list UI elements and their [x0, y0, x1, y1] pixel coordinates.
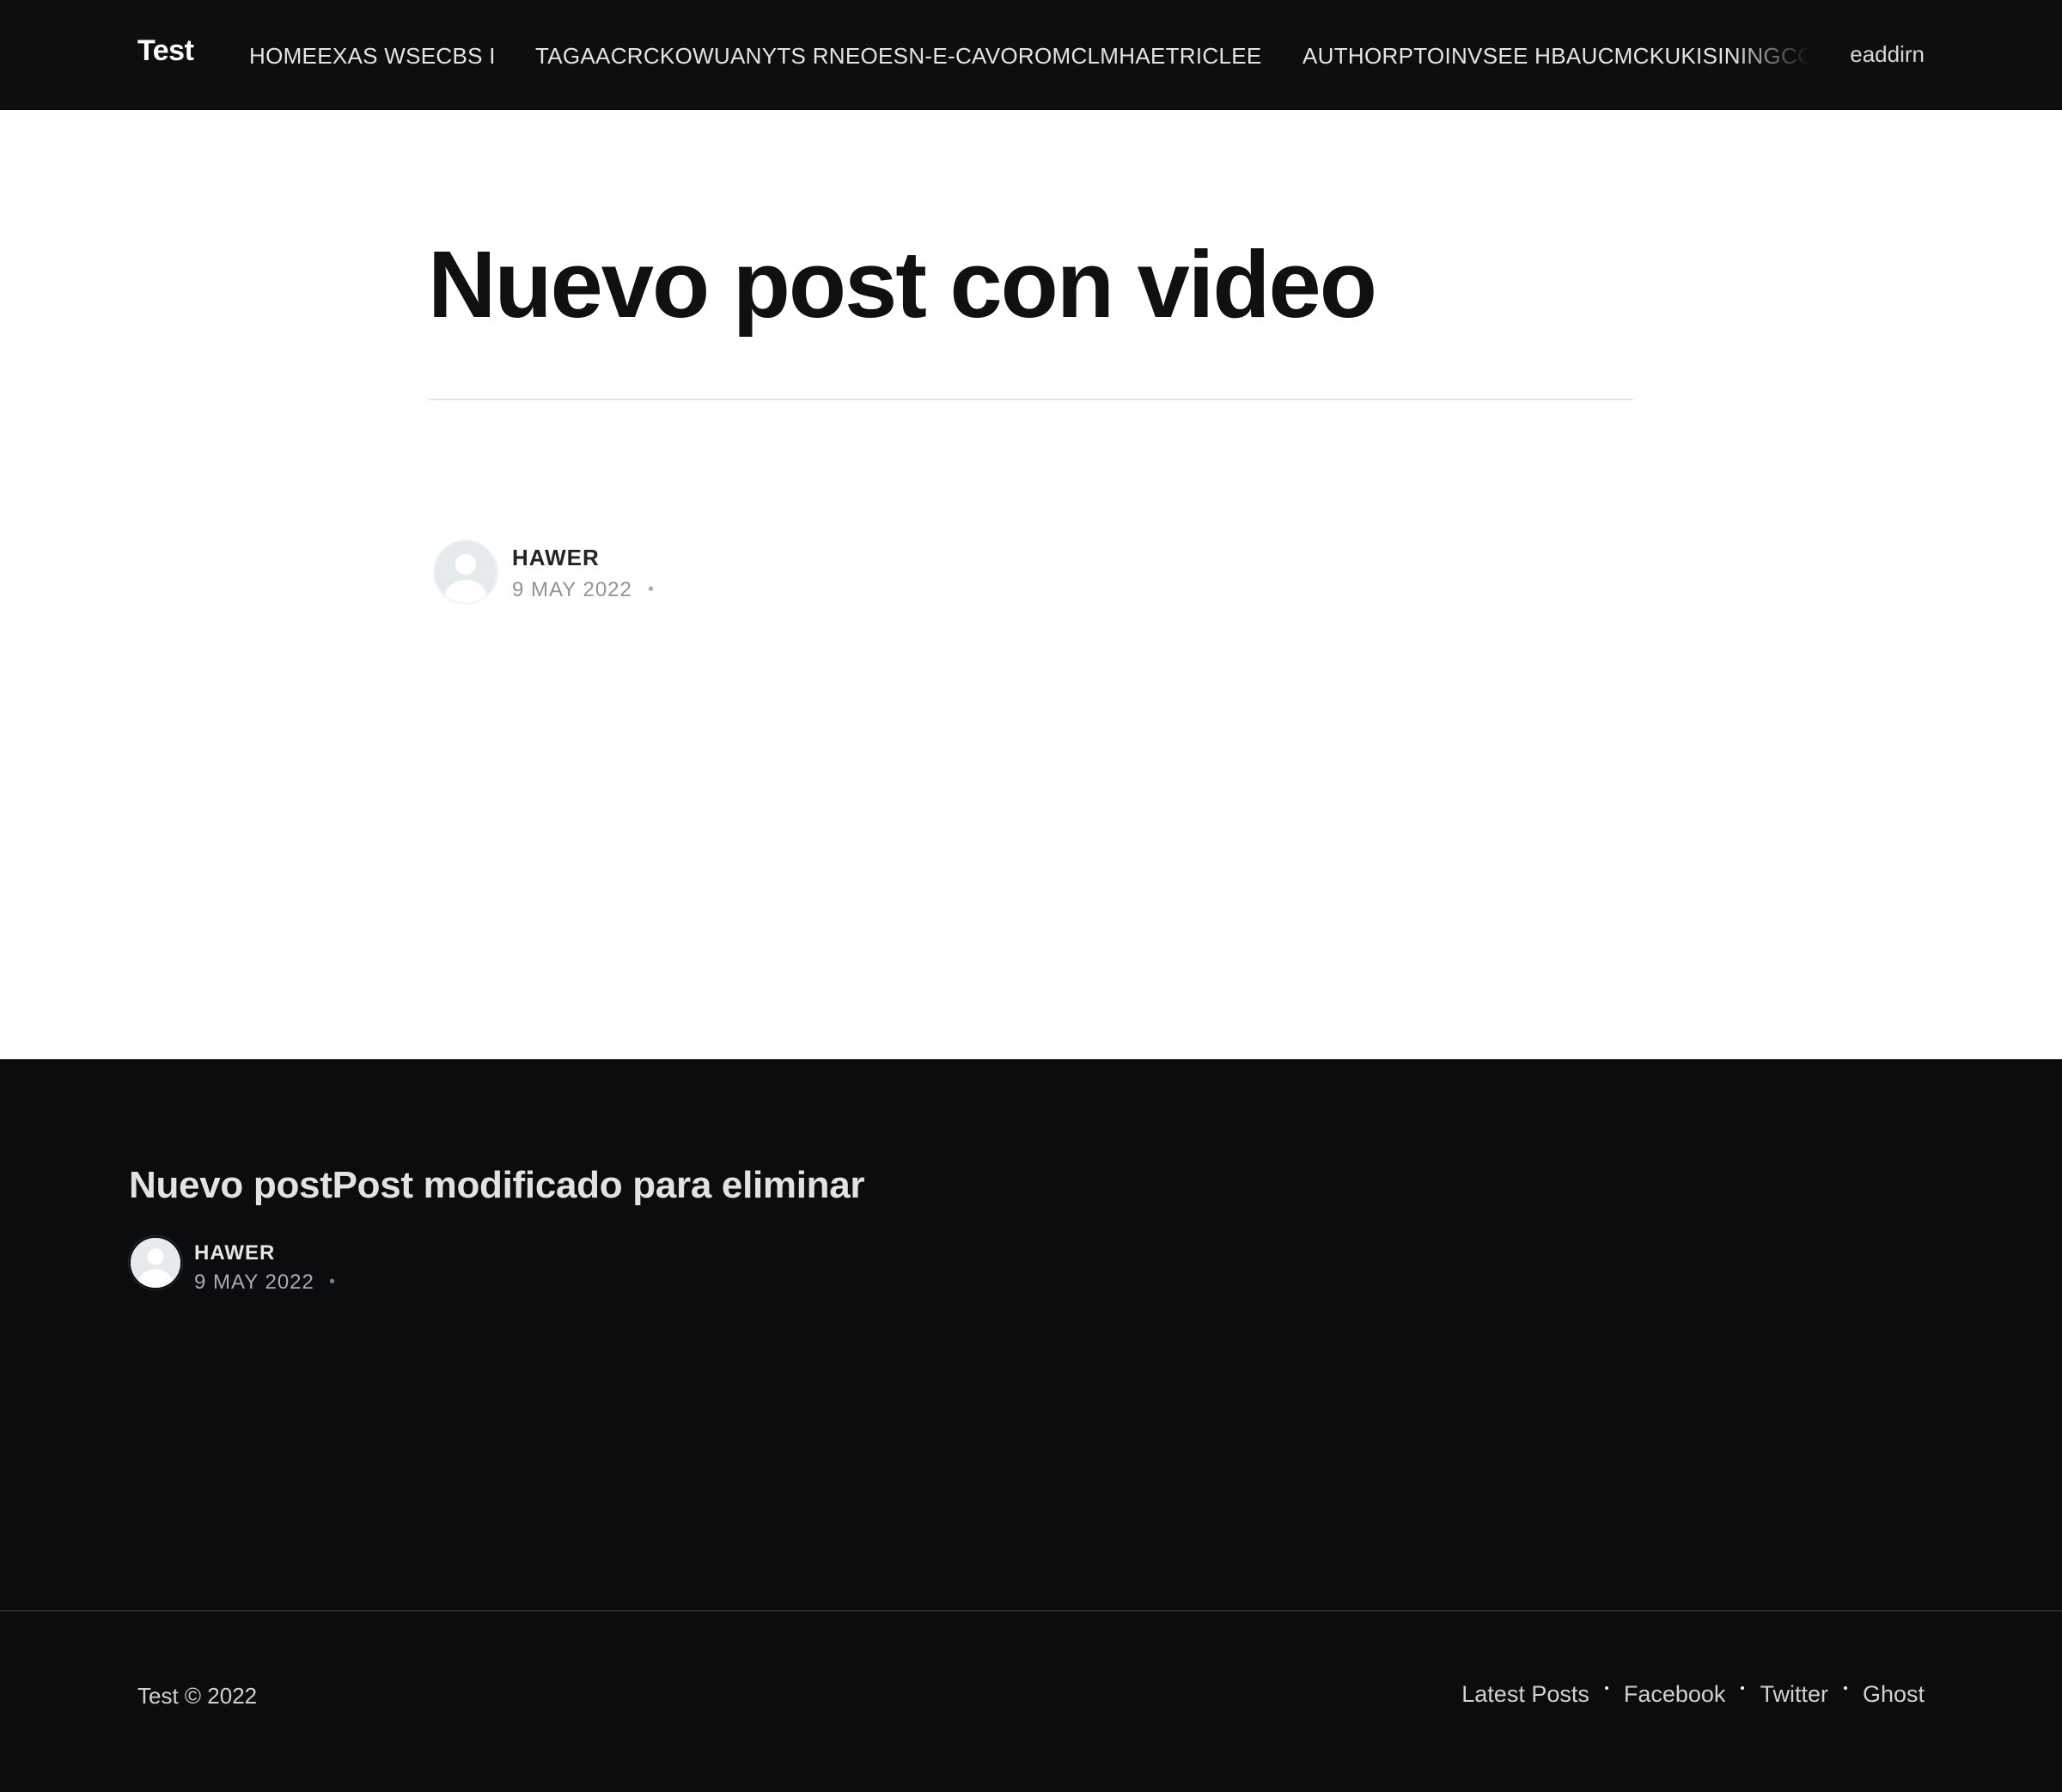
footer-link-facebook[interactable]: Facebook: [1624, 1681, 1726, 1708]
article: Nuevo post con video HAWER 9 MAY 2022 •: [0, 110, 2062, 1059]
footer-separator-dot: [1843, 1685, 1847, 1690]
footer-separator-dot: [1741, 1685, 1745, 1690]
site-title-link[interactable]: Test: [137, 34, 194, 68]
nav-link-extra[interactable]: eaddirn: [1850, 41, 1925, 68]
site-footer: Nuevo postPost modificado para eliminar …: [0, 1059, 2062, 1792]
user-avatar-icon: [435, 541, 497, 603]
related-author-avatar-icon[interactable]: [129, 1236, 182, 1289]
meta-separator: •: [648, 580, 655, 599]
footer-nav: Latest Posts Facebook Twitter Ghost: [1461, 1681, 1925, 1708]
nav-link-tag[interactable]: TAGAACRCKOWUANYTS RNEOESN-E-CAVOROMCLMHA…: [535, 43, 1262, 70]
related-post-date: 9 MAY 2022: [194, 1271, 314, 1294]
related-post-title-link[interactable]: Nuevo postPost modificado para eliminar: [129, 1164, 865, 1207]
footer-divider: [0, 1610, 2062, 1612]
footer-link-latest-posts[interactable]: Latest Posts: [1461, 1681, 1589, 1708]
nav-link-home[interactable]: HOMEEXAS WSECBS I: [249, 43, 496, 70]
author-name-link[interactable]: HAWER: [512, 545, 600, 571]
copyright-text: Test © 2022: [137, 1683, 258, 1709]
related-author-name-link[interactable]: HAWER: [194, 1241, 275, 1265]
author-avatar-icon[interactable]: [433, 539, 498, 605]
site-header: Test HOMEEXAS WSECBS I TAGAACRCKOWUANYTS…: [0, 0, 2062, 110]
user-avatar-icon: [131, 1238, 180, 1288]
footer-link-twitter[interactable]: Twitter: [1760, 1681, 1828, 1708]
footer-link-ghost[interactable]: Ghost: [1863, 1681, 1925, 1708]
title-divider: [428, 399, 1633, 400]
post-date: 9 MAY 2022: [512, 578, 632, 601]
nav-link-author[interactable]: AUTHORPTOINVSEE HBAUCMCKUKISININGCC: [1302, 43, 1809, 70]
related-meta-separator: •: [329, 1272, 336, 1291]
post-title: Nuevo post con video: [428, 232, 1377, 338]
footer-separator-dot: [1604, 1685, 1608, 1690]
